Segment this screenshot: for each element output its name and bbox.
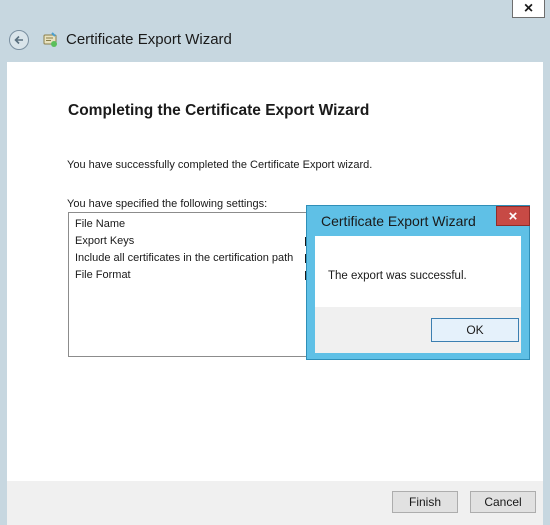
success-text: You have successfully completed the Cert… [67, 159, 373, 171]
settings-row-include-certificates: Include all certificates in the certific… [75, 252, 294, 264]
dialog-message: The export was successful. [328, 270, 467, 282]
settings-label: You have specified the following setting… [67, 198, 268, 210]
back-arrow-icon [14, 35, 23, 45]
dialog-footer: OK [315, 307, 521, 353]
settings-row-file-format: File Format [75, 269, 131, 281]
wizard-footer: Finish Cancel [7, 481, 543, 525]
dialog-close-button[interactable]: × [496, 206, 530, 226]
cancel-button[interactable]: Cancel [470, 491, 536, 513]
finish-button[interactable]: Finish [392, 491, 458, 513]
close-icon: × [523, 0, 534, 17]
close-icon: × [508, 207, 518, 225]
back-button[interactable] [9, 30, 29, 50]
dialog-body: The export was successful. OK [315, 236, 521, 353]
ok-button[interactable]: OK [431, 318, 519, 342]
settings-list[interactable]: File Name Export Keys Include all certif… [68, 212, 331, 357]
dialog-title: Certificate Export Wizard [321, 213, 476, 229]
export-success-dialog: Certificate Export Wizard × The export w… [306, 205, 530, 360]
window-close-button[interactable]: × [512, 0, 545, 18]
settings-row-export-keys: Export Keys [75, 235, 135, 247]
settings-row-file-name: File Name [75, 218, 126, 230]
wizard-header: Certificate Export Wizard [0, 20, 550, 62]
wizard-title: Certificate Export Wizard [66, 31, 232, 48]
certificate-wizard-icon [43, 32, 57, 47]
page-heading: Completing the Certificate Export Wizard [68, 102, 370, 119]
